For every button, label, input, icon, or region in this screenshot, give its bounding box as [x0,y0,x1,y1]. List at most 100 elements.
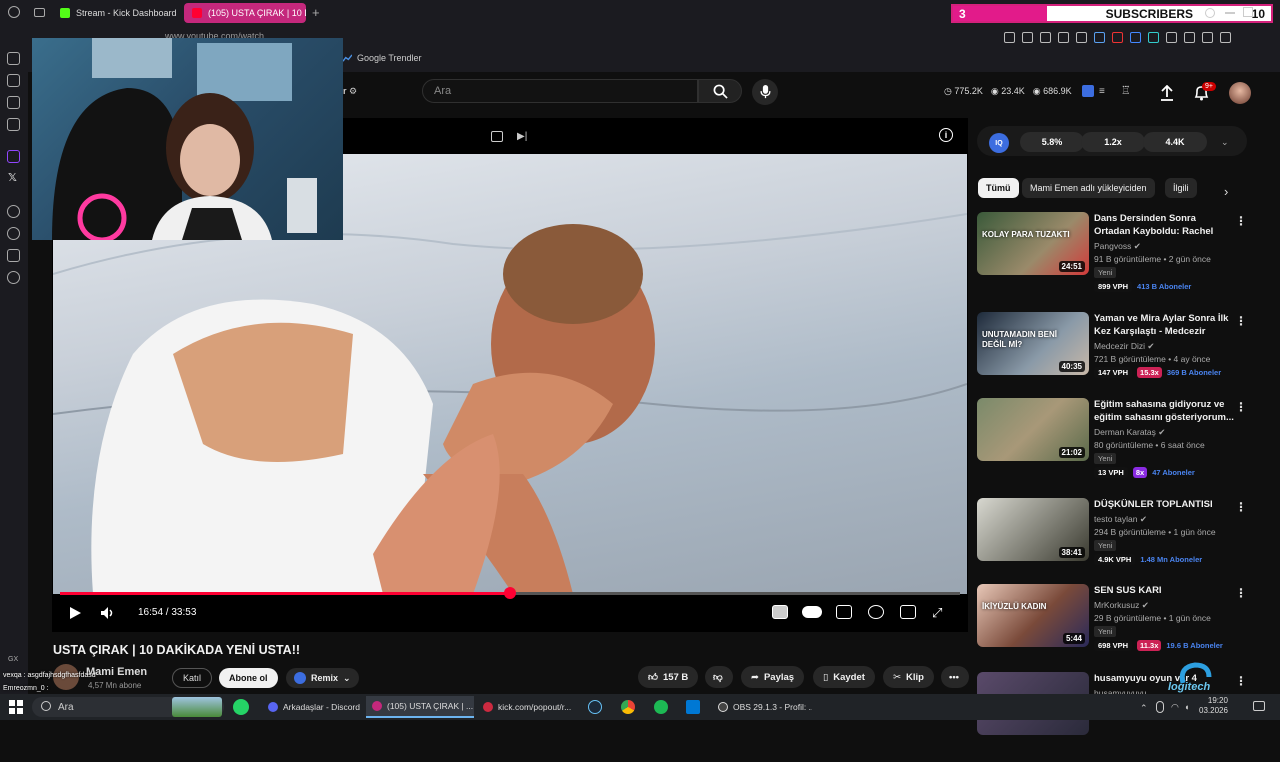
recommendation-title[interactable]: SEN SUS KARI [1094,584,1234,597]
volume-button[interactable] [100,606,116,625]
more-actions-button[interactable]: ••• [941,666,969,688]
more-options-icon[interactable]: ⋮ [1235,674,1247,688]
more-options-icon[interactable]: ⋮ [1235,400,1247,414]
history-icon[interactable] [7,227,20,240]
taskbar-opera-youtube[interactable]: (105) USTA ÇIRAK | ... [366,696,474,718]
search-input[interactable]: Ara [422,79,698,103]
minimize-icon[interactable] [1225,12,1235,14]
wallet-icon[interactable] [1202,32,1213,43]
video-thumbnail[interactable]: İKİYÜZLÜ KADIN 5:44 [977,584,1089,647]
download-icon[interactable] [1184,32,1195,43]
chevron-down-icon[interactable]: ⌄ [1221,137,1229,148]
player-icon[interactable] [7,205,20,218]
maximize-icon[interactable] [1243,7,1253,17]
settings-icon[interactable] [868,605,884,619]
search-icon[interactable] [1205,8,1215,18]
taskbar-discord[interactable]: Arkadaşlar - Discord [262,696,362,718]
vidiq-pill[interactable]: 1.2x [1081,132,1145,152]
news-widget-icon[interactable] [172,697,222,717]
vidiq-pill[interactable]: 4.4K [1143,132,1207,152]
progress-scrubber[interactable] [504,587,516,599]
video-thumbnail[interactable]: 38:41 [977,498,1089,561]
next-video-icon[interactable]: ▶| [517,131,527,142]
whatsapp-icon[interactable] [233,699,249,715]
extension-icon[interactable] [1148,32,1159,43]
chip-uploader[interactable]: Mami Emen adlı yükleyiciden [1022,178,1155,198]
extension-icon[interactable] [1112,32,1123,43]
recommendation-title[interactable]: Eğitim sahasına gidiyoruz ve eğitim saha… [1094,398,1234,424]
pin-icon[interactable] [1004,32,1015,43]
recommendation-channel[interactable]: testo taylan ✔ [1094,514,1147,525]
store-icon[interactable] [686,700,700,714]
autoplay-toggle[interactable] [802,606,822,618]
recommendation-channel[interactable]: Medcezir Dizi ✔ [1094,341,1155,352]
flow-icon[interactable] [7,74,20,87]
more-options-icon[interactable]: ⋮ [1235,314,1247,328]
extension-icon[interactable] [1094,32,1105,43]
vidiq-player-icon[interactable] [772,605,788,619]
steam-icon[interactable] [588,700,602,714]
more-options-icon[interactable]: ⋮ [1235,214,1247,228]
start-button[interactable] [9,700,23,714]
video-thumbnail[interactable]: 21:02 [977,398,1089,461]
vidiq-icon[interactable] [1082,85,1094,97]
twitch-icon[interactable] [7,150,20,163]
subscribe-button[interactable]: Abone ol [219,668,278,688]
subtitles-icon[interactable] [836,605,852,619]
tab-kick-dashboard[interactable]: Stream - Kick Dashboard [52,3,180,23]
x-icon[interactable]: 𝕏 [8,171,17,184]
extension-icon[interactable] [1130,32,1141,43]
recommendation-card[interactable]: UNUTAMADIN BENİ DEĞİL Mİ? 40:35 Yaman ve M… [977,312,1267,402]
filter-button[interactable]: r ⚙ [343,86,357,97]
messenger-icon[interactable] [7,96,20,109]
remix-button[interactable]: Remix ⌄ [286,668,359,688]
tray-chevron-icon[interactable]: ⌃ [1140,703,1148,714]
recommendation-title[interactable]: DÜŞKÜNLER TOPLANTISI [1094,498,1234,511]
like-button[interactable]: 👍︎ 157 B [638,666,699,688]
settings-icon[interactable] [7,271,20,284]
bookmark-google-trends[interactable]: Google Trendler [343,53,422,63]
recommendation-card[interactable]: 21:02 Eğitim sahasına gidiyoruz ve eğitim… [977,398,1267,488]
chrome-icon[interactable] [621,700,635,714]
play-icon[interactable] [1058,32,1069,43]
ai-icon[interactable] [1220,32,1231,43]
wifi-icon[interactable]: ◠ [1171,702,1179,713]
avatar[interactable] [1229,82,1251,104]
microphone-icon[interactable] [1156,701,1164,713]
play-button[interactable] [68,606,82,625]
speaker-icon[interactable]: ◖ [1184,702,1189,712]
spotify-icon[interactable] [654,700,668,714]
theater-mode-icon[interactable] [900,605,916,619]
list-icon[interactable]: ≡ [1099,86,1105,97]
vidiq-pill[interactable]: 5.8% [1020,132,1084,152]
trophy-icon[interactable]: ♖ [1121,84,1131,97]
screenshot-icon[interactable] [1022,32,1033,43]
save-button[interactable]: ▯ Kaydet [813,666,875,688]
voice-search-button[interactable] [752,79,778,105]
heart-icon[interactable] [1076,32,1087,43]
recommendation-card[interactable]: KOLAY PARA TUZAKTI 24:51 Dans Dersinden So… [977,212,1267,302]
recommendation-card[interactable]: 38:41 DÜŞKÜNLER TOPLANTISI testo taylan ✔ 2… [977,498,1267,588]
aria-icon[interactable] [7,52,20,65]
chip-related[interactable]: İlgili [1165,178,1197,198]
opera-menu-icon[interactable] [8,6,20,18]
recommendation-channel[interactable]: MrKorkusuz ✔ [1094,600,1149,611]
join-button[interactable]: Katıl [172,668,213,688]
puzzle-icon[interactable] [1166,32,1177,43]
video-thumbnail[interactable]: KOLAY PARA TUZAKTI 24:51 [977,212,1089,275]
recommendation-title[interactable]: Yaman ve Mira Aylar Sonra İlk Kez Karşıl… [1094,312,1234,338]
recommendation-channel[interactable]: Derman Karataş ✔ [1094,427,1165,438]
chip-all[interactable]: Tümü [978,178,1019,198]
recommendation-title[interactable]: Dans Dersinden Sonra Ortadan Kayboldu: R… [1094,212,1234,238]
new-tab-button[interactable]: + [312,5,320,20]
upload-icon[interactable] [1160,85,1174,101]
share-button[interactable]: ➦ Paylaş [741,666,805,688]
extensions-icon[interactable] [7,249,20,262]
more-options-icon[interactable]: ⋮ [1235,586,1247,600]
taskbar-obs[interactable]: OBS 29.1.3 - Profil: ... [712,696,812,718]
more-options-icon[interactable]: ⋮ [1235,500,1247,514]
search-button[interactable] [698,79,742,103]
recommendation-channel[interactable]: Pangvoss ✔ [1094,241,1141,252]
shield-icon[interactable] [1040,32,1051,43]
taskbar-clock[interactable]: 19:20 03.2026 [1199,696,1228,716]
